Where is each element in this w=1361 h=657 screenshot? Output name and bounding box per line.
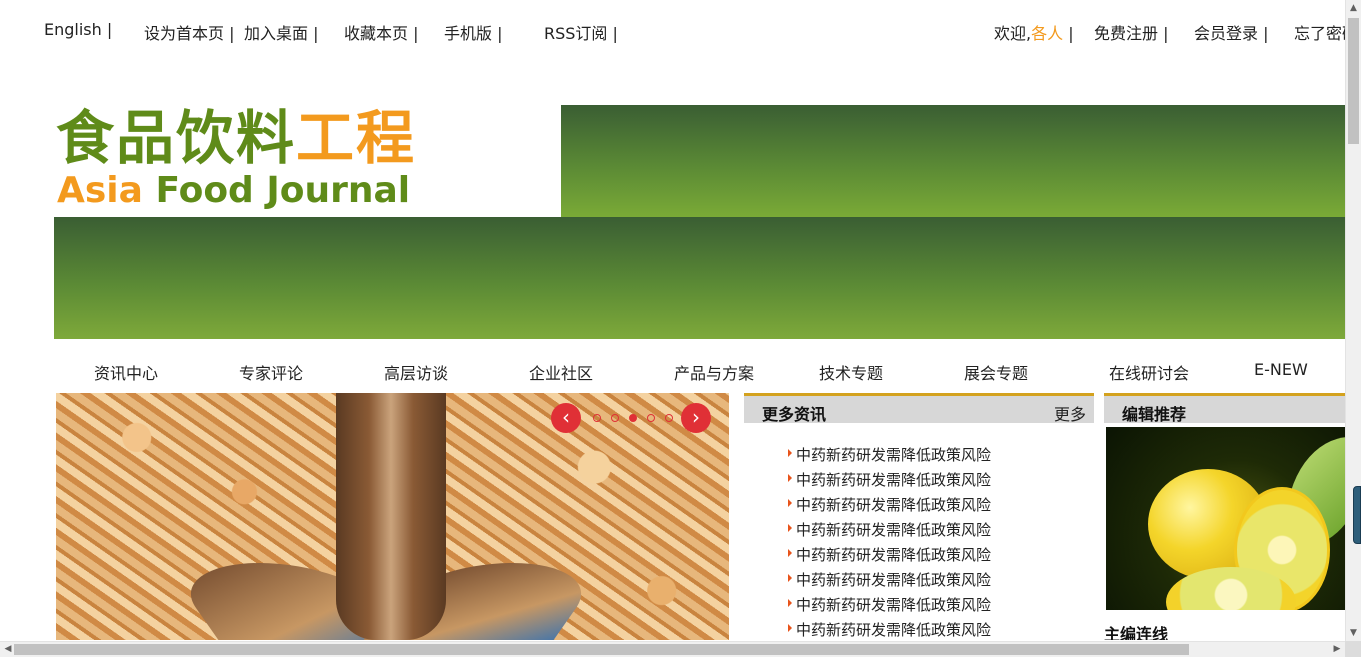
scroll-up-icon[interactable]: ▲ bbox=[1346, 0, 1361, 16]
news-list: 中药新药研发需降低政策风险 中药新药研发需降低政策风险 中药新药研发需降低政策风… bbox=[788, 445, 991, 645]
scrollbar-corner bbox=[1345, 641, 1361, 657]
guest-name: 各人 bbox=[1031, 24, 1064, 43]
site-logo[interactable]: 食品饮料工程 Asia Food Journal bbox=[54, 105, 561, 217]
nav-item-exhibitions[interactable]: 展会专题 bbox=[964, 360, 1028, 384]
nav-item-interviews[interactable]: 高层访谈 bbox=[384, 360, 448, 384]
news-list-item: 中药新药研发需降低政策风险 bbox=[788, 545, 991, 570]
nav-item-tech-topics[interactable]: 技术专题 bbox=[819, 360, 883, 384]
welcome-text: 欢迎,各人 | bbox=[994, 20, 1074, 44]
news-link[interactable]: 中药新药研发需降低政策风险 bbox=[796, 446, 991, 464]
news-more-link[interactable]: 更多 bbox=[1054, 401, 1086, 425]
chevron-right-icon[interactable]: › bbox=[681, 403, 711, 433]
rss-link[interactable]: RSS订阅 | bbox=[544, 20, 618, 44]
news-panel-title: 更多资讯 bbox=[762, 405, 827, 424]
scroll-right-icon[interactable]: ▶ bbox=[1329, 642, 1345, 657]
bookmark-link[interactable]: 收藏本页 | bbox=[344, 20, 418, 44]
welcome-label: 欢迎, bbox=[994, 24, 1032, 43]
slider-dot-5[interactable] bbox=[665, 414, 673, 422]
top-links-bar: English | 设为首本页 | 加入桌面 | 收藏本页 | 手机版 | RS… bbox=[0, 0, 1358, 60]
nav-item-webinars[interactable]: 在线研讨会 bbox=[1109, 360, 1189, 384]
news-list-item: 中药新药研发需降低政策风险 bbox=[788, 520, 991, 545]
main-nav: 资讯中心 专家评论 高层访谈 企业社区 产品与方案 技术专题 展会专题 在线研讨… bbox=[54, 355, 1345, 385]
news-list-item: 中药新药研发需降低政策风险 bbox=[788, 445, 991, 470]
header-banner-bottom bbox=[54, 217, 1345, 339]
slider-dot-2[interactable] bbox=[611, 414, 619, 422]
news-panel: 更多资讯 更多 中药新药研发需降低政策风险 中药新药研发需降低政策风险 中药新药… bbox=[744, 393, 1094, 640]
editor-panel-header: 编辑推荐 bbox=[1104, 393, 1345, 424]
news-list-item: 中药新药研发需降低政策风险 bbox=[788, 495, 991, 520]
editor-panel-title: 编辑推荐 bbox=[1122, 405, 1187, 424]
logo-en-orange: Asia bbox=[57, 170, 143, 211]
featured-image-lemons[interactable] bbox=[1106, 427, 1345, 610]
image-slider[interactable]: ‹ › bbox=[56, 393, 729, 640]
slider-dot-3[interactable] bbox=[629, 414, 637, 422]
editor-recommend-panel: 编辑推荐 主编连线 bbox=[1104, 393, 1345, 640]
news-link[interactable]: 中药新药研发需降低政策风险 bbox=[796, 521, 991, 539]
news-list-item: 中药新药研发需降低政策风险 bbox=[788, 595, 991, 620]
news-link[interactable]: 中药新药研发需降低政策风险 bbox=[796, 596, 991, 614]
news-link[interactable]: 中药新药研发需降低政策风险 bbox=[796, 471, 991, 489]
editor-subtitle: 主编连线 bbox=[1104, 625, 1169, 640]
vertical-scroll-thumb[interactable] bbox=[1348, 18, 1359, 144]
register-link[interactable]: 免费注册 | bbox=[1094, 20, 1168, 44]
logo-chinese-title: 食品饮料工程 bbox=[56, 105, 416, 171]
nav-item-expert-review[interactable]: 专家评论 bbox=[239, 360, 303, 384]
nav-item-news-center[interactable]: 资讯中心 bbox=[94, 360, 158, 384]
nav-item-enews[interactable]: E-NEW bbox=[1254, 360, 1308, 379]
nav-item-community[interactable]: 企业社区 bbox=[529, 360, 593, 384]
mobile-link[interactable]: 手机版 | bbox=[444, 20, 502, 44]
news-list-item: 中药新药研发需降低政策风险 bbox=[788, 470, 991, 495]
add-desktop-link[interactable]: 加入桌面 | bbox=[244, 20, 318, 44]
news-link[interactable]: 中药新药研发需降低政策风险 bbox=[796, 621, 991, 639]
chevron-left-icon[interactable]: ‹ bbox=[551, 403, 581, 433]
header-banner-top bbox=[561, 105, 1345, 217]
news-link[interactable]: 中药新药研发需降低政策风险 bbox=[796, 496, 991, 514]
slider-dot-1[interactable] bbox=[593, 414, 601, 422]
nav-item-products[interactable]: 产品与方案 bbox=[674, 360, 754, 384]
news-link[interactable]: 中药新药研发需降低政策风险 bbox=[796, 546, 991, 564]
english-link[interactable]: English | bbox=[44, 20, 112, 39]
set-homepage-link[interactable]: 设为首本页 | bbox=[144, 20, 234, 44]
horizontal-scrollbar[interactable]: ◀ ▶ bbox=[0, 641, 1345, 657]
horizontal-scroll-thumb[interactable] bbox=[14, 644, 1189, 655]
login-link[interactable]: 会员登录 | bbox=[1194, 20, 1268, 44]
side-tab-handle[interactable] bbox=[1353, 486, 1361, 544]
slide-image-fish bbox=[336, 393, 446, 640]
news-panel-header: 更多资讯 更多 bbox=[744, 393, 1094, 425]
news-link[interactable]: 中药新药研发需降低政策风险 bbox=[796, 571, 991, 589]
logo-cn-green: 食品饮料 bbox=[56, 104, 297, 172]
logo-english-title: Asia Food Journal bbox=[57, 169, 410, 213]
welcome-separator: | bbox=[1063, 24, 1074, 43]
logo-cn-orange: 工程 bbox=[296, 104, 417, 172]
logo-en-green: Food Journal bbox=[142, 170, 411, 211]
slider-dot-4[interactable] bbox=[647, 414, 655, 422]
scroll-down-icon[interactable]: ▼ bbox=[1346, 625, 1361, 641]
vertical-scrollbar[interactable]: ▲ ▼ bbox=[1345, 0, 1361, 641]
news-list-item: 中药新药研发需降低政策风险 bbox=[788, 570, 991, 595]
